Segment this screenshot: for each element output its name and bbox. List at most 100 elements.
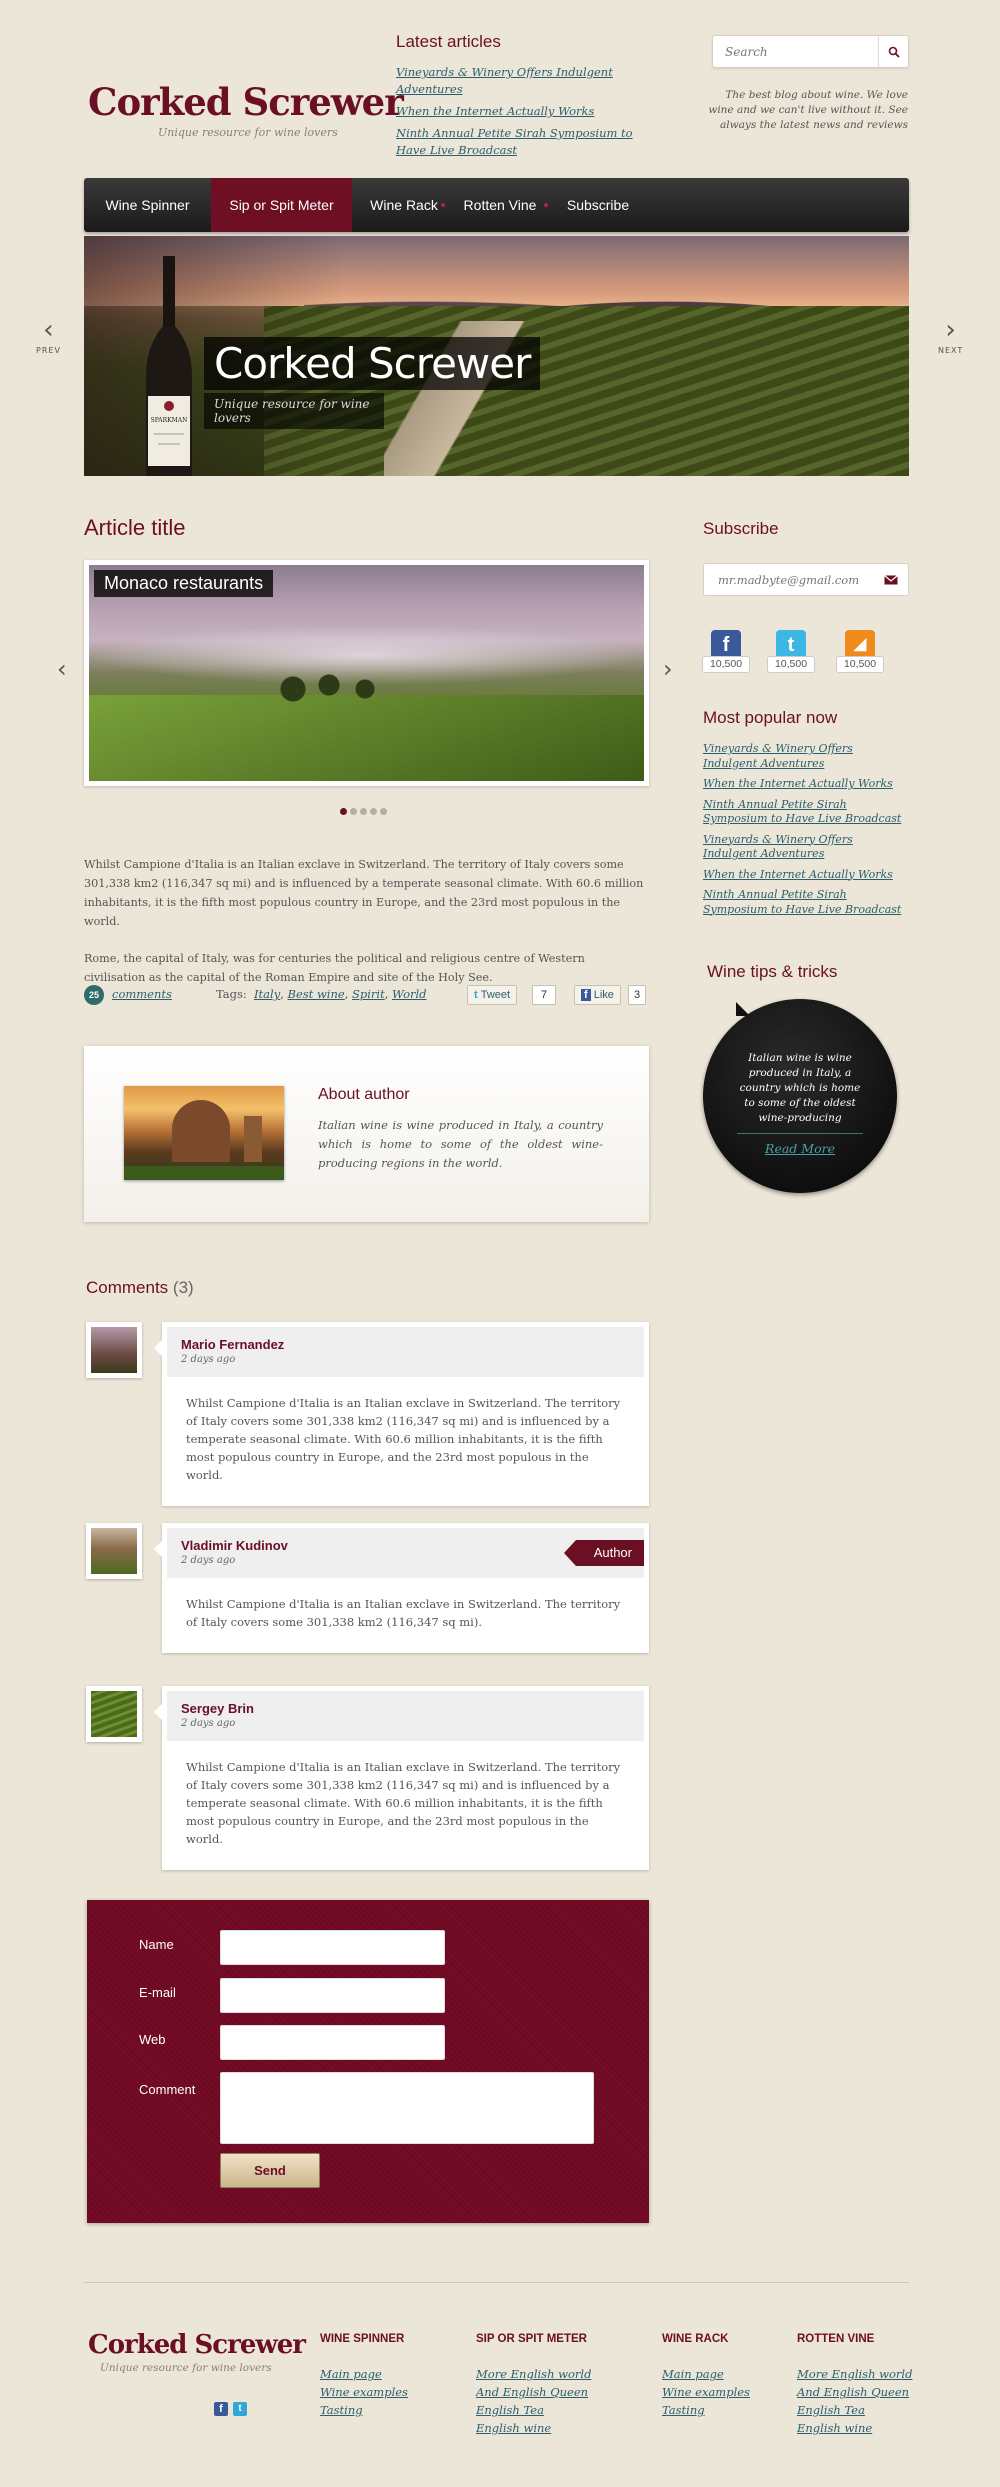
- footer-link[interactable]: Main page: [662, 2367, 724, 2381]
- facebook-icon[interactable]: f: [214, 2402, 228, 2416]
- article-paragraph: Whilst Campione d'Italia is an Italian e…: [84, 858, 644, 928]
- search-box: [712, 35, 909, 68]
- footer-link[interactable]: English Tea: [476, 2403, 544, 2417]
- popular-article-link[interactable]: When the Internet Actually Works: [703, 777, 893, 790]
- footer-link[interactable]: And English Queen: [476, 2385, 588, 2399]
- latest-articles-list: Vineyards & Winery Offers Indulgent Adve…: [396, 64, 666, 164]
- search-button[interactable]: [878, 36, 908, 67]
- footer-logo[interactable]: Corked Screwer: [88, 2330, 306, 2360]
- nav-item-sip-or-spit-meter[interactable]: Sip or Spit Meter: [211, 178, 352, 232]
- footer-column-title: WINE SPINNER: [320, 2333, 405, 2345]
- web-field[interactable]: [220, 2025, 445, 2060]
- about-author-heading: About author: [318, 1086, 410, 1103]
- footer-link[interactable]: Tasting: [320, 2403, 363, 2417]
- tag-link[interactable]: Italy: [254, 987, 280, 1001]
- comment-author[interactable]: Vladimir Kudinov: [181, 1538, 630, 1553]
- site-logo[interactable]: Corked Screwer: [88, 80, 404, 124]
- twitter-counter[interactable]: t 10,500: [767, 630, 815, 673]
- latest-articles-heading: Latest articles: [396, 32, 501, 51]
- gallery-dot[interactable]: [360, 808, 367, 815]
- twitter-count: 10,500: [767, 656, 815, 673]
- comments-link[interactable]: comments: [112, 987, 172, 1001]
- popular-article-link[interactable]: Ninth Annual Petite Sirah Symposium to H…: [703, 798, 901, 826]
- avatar: [86, 1322, 142, 1378]
- popular-article-link[interactable]: Vineyards & Winery Offers Indulgent Adve…: [703, 742, 853, 770]
- comment-count-badge: 25: [84, 985, 104, 1005]
- popular-article-link[interactable]: When the Internet Actually Works: [703, 868, 893, 881]
- tweet-button[interactable]: t Tweet: [467, 985, 518, 1005]
- footer-link[interactable]: Tasting: [662, 2403, 705, 2417]
- gallery-dot[interactable]: [370, 808, 377, 815]
- slider-next-label: NEXT: [938, 346, 964, 355]
- article-body: Whilst Campione d'Italia is an Italian e…: [84, 855, 649, 1005]
- subscribe-heading: Subscribe: [703, 519, 779, 538]
- search-input[interactable]: [713, 36, 873, 67]
- gallery-prev-button[interactable]: ‹: [57, 655, 67, 683]
- footer-column-title: SIP OR SPIT METER: [476, 2333, 587, 2345]
- name-field[interactable]: [220, 1930, 445, 1965]
- article-gallery: Monaco restaurants: [84, 560, 649, 786]
- nav-item-subscribe[interactable]: Subscribe: [549, 178, 647, 232]
- popular-article-link[interactable]: Ninth Annual Petite Sirah Symposium to H…: [703, 888, 901, 916]
- gallery-dot[interactable]: [340, 808, 347, 815]
- footer-column-title: ROTTEN VINE: [797, 2333, 875, 2345]
- footer-link[interactable]: English Tea: [797, 2403, 865, 2417]
- footer-link[interactable]: More English world: [797, 2367, 912, 2381]
- chevron-left-icon: ‹: [43, 315, 54, 345]
- subscribe-email-input[interactable]: [704, 564, 874, 595]
- comment-author[interactable]: Mario Fernandez: [181, 1337, 630, 1352]
- slider-prev-label: PREV: [36, 346, 61, 355]
- footer-link[interactable]: Wine examples: [320, 2385, 408, 2399]
- comment-author[interactable]: Sergey Brin: [181, 1701, 630, 1716]
- comment-label: Comment: [139, 2082, 196, 2097]
- gallery-dot[interactable]: [380, 808, 387, 815]
- tweet-count: 7: [532, 985, 557, 1005]
- footer-link[interactable]: English wine: [476, 2421, 551, 2435]
- nav-item-wine-spinner[interactable]: Wine Spinner: [84, 178, 211, 232]
- footer-link[interactable]: Main page: [320, 2367, 382, 2381]
- comments-count: (3): [172, 1278, 194, 1297]
- gallery-dot[interactable]: [350, 808, 357, 815]
- footer-divider: [84, 2282, 909, 2283]
- gallery-caption: Monaco restaurants: [94, 570, 274, 597]
- tag-link[interactable]: World: [392, 987, 427, 1001]
- email-label: E-mail: [139, 1985, 176, 2000]
- chevron-right-icon: ›: [945, 315, 956, 345]
- footer-column-rotten-vine: ROTTEN VINE More English world And Engli…: [797, 2333, 912, 2437]
- avatar: [86, 1686, 142, 1742]
- footer-column-wine-rack: WINE RACK Main page Wine examples Tastin…: [662, 2333, 750, 2419]
- latest-article-link[interactable]: Ninth Annual Petite Sirah Symposium to H…: [396, 126, 633, 157]
- read-more-link[interactable]: Read More: [703, 1141, 897, 1156]
- nav-item-rotten-vine[interactable]: Rotten Vine: [446, 178, 554, 232]
- popular-article-link[interactable]: Vineyards & Winery Offers Indulgent Adve…: [703, 833, 853, 861]
- comment-box: Mario Fernandez 2 days ago Whilst Campio…: [154, 1322, 649, 1506]
- email-field[interactable]: [220, 1978, 445, 2013]
- footer-link[interactable]: English wine: [797, 2421, 872, 2435]
- footer-link[interactable]: Wine examples: [662, 2385, 750, 2399]
- rss-counter[interactable]: ◢ 10,500: [836, 630, 884, 673]
- article-paragraph: Rome, the capital of Italy, was for cent…: [84, 952, 585, 984]
- like-button[interactable]: f Like: [574, 985, 621, 1005]
- subscribe-button[interactable]: [874, 564, 908, 595]
- latest-article-link[interactable]: Vineyards & Winery Offers Indulgent Adve…: [396, 65, 613, 96]
- latest-article-link[interactable]: When the Internet Actually Works: [396, 104, 594, 118]
- facebook-count: 10,500: [702, 656, 750, 673]
- comment-field[interactable]: [220, 2072, 594, 2144]
- comment-text: Whilst Campione d'Italia is an Italian e…: [186, 1760, 621, 1846]
- comment-date: 2 days ago: [181, 1555, 236, 1566]
- slider-next-button[interactable]: › NEXT: [938, 315, 964, 355]
- tag-link[interactable]: Spirit: [352, 987, 385, 1001]
- author-image: [124, 1086, 284, 1180]
- twitter-icon[interactable]: t: [233, 2402, 247, 2416]
- wine-bottle-image: SPARKMAN: [146, 256, 192, 476]
- slider-prev-button[interactable]: ‹ PREV: [36, 315, 61, 355]
- site-tagline: The best blog about wine. We love wine a…: [708, 89, 908, 131]
- tag-link[interactable]: Best wine: [288, 987, 345, 1001]
- footer-link[interactable]: And English Queen: [797, 2385, 909, 2399]
- send-button[interactable]: Send: [220, 2153, 320, 2188]
- wine-tips-heading: Wine tips & tricks: [707, 962, 838, 981]
- chevron-left-icon: ‹: [57, 655, 67, 683]
- footer-link[interactable]: More English world: [476, 2367, 591, 2381]
- facebook-counter[interactable]: f 10,500: [702, 630, 750, 673]
- gallery-next-button[interactable]: ›: [663, 655, 673, 683]
